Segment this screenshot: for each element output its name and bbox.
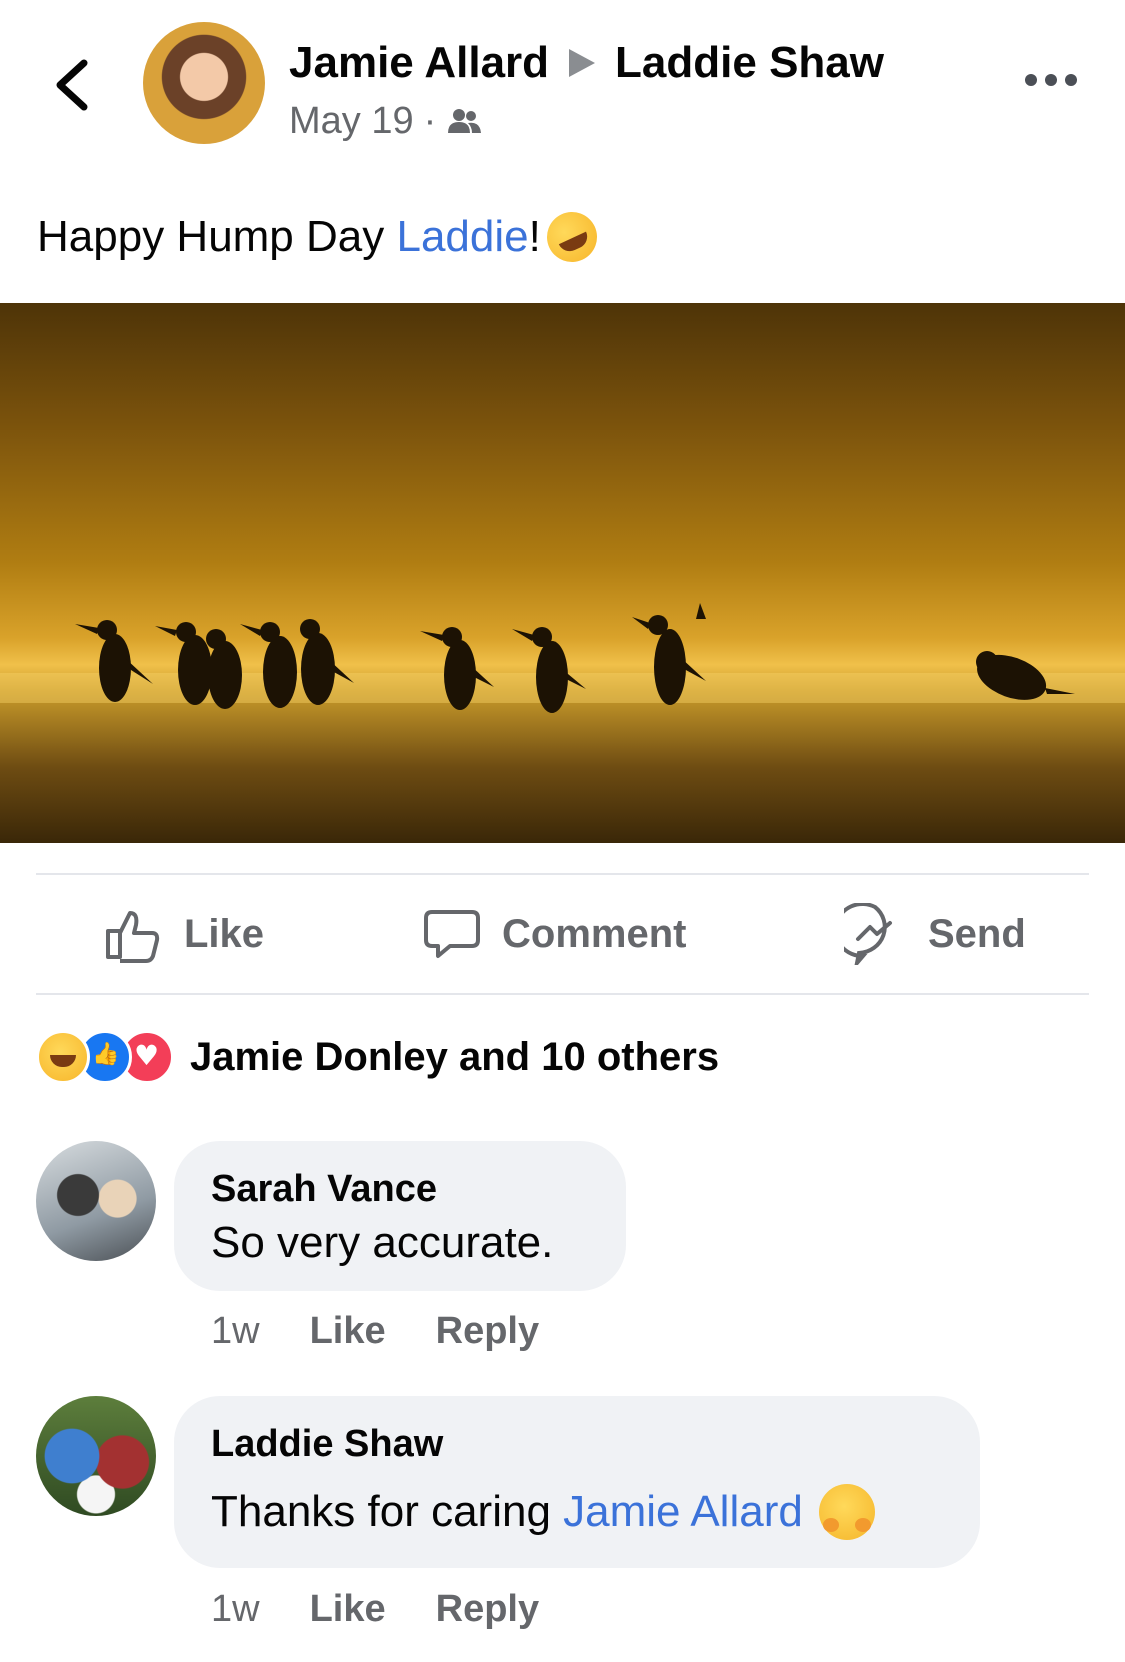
- comment-author[interactable]: Laddie Shaw: [211, 1423, 443, 1466]
- divider-top: [36, 873, 1089, 875]
- like-label: Like: [184, 911, 265, 956]
- meta-separator: ·: [423, 100, 437, 142]
- comment-label: Comment: [502, 911, 687, 956]
- post-text-prefix: Happy Hump Day: [37, 212, 397, 261]
- post-mention-link[interactable]: Laddie: [396, 212, 528, 262]
- author-name[interactable]: Jamie Allard: [289, 38, 549, 88]
- haha-reaction-icon: [36, 1030, 90, 1084]
- penguins-image: [0, 603, 1125, 713]
- comment-text-prefix: Thanks for caring: [211, 1487, 564, 1536]
- post-date[interactable]: May 19: [289, 100, 414, 143]
- recipient-name[interactable]: Laddie Shaw: [615, 38, 884, 88]
- send-button[interactable]: Send: [844, 898, 1026, 970]
- thumbs-up-icon: [106, 911, 160, 963]
- divider-bottom: [36, 993, 1089, 995]
- comment-actions: 1w Like Reply: [211, 1310, 539, 1353]
- comment-like-button[interactable]: Like: [310, 1588, 386, 1631]
- comment-time: 1w: [211, 1588, 260, 1630]
- comment-mention-link[interactable]: Jamie Allard: [563, 1487, 803, 1537]
- post-text: Happy Hump Day Laddie !: [37, 203, 606, 271]
- comment-reply-button[interactable]: Reply: [436, 1310, 539, 1353]
- author-avatar[interactable]: [143, 22, 265, 144]
- comment-author[interactable]: Sarah Vance: [211, 1168, 437, 1211]
- post-text-suffix: !: [528, 212, 541, 261]
- to-arrow-icon: [569, 49, 596, 77]
- like-button[interactable]: Like: [104, 898, 264, 970]
- send-label: Send: [928, 911, 1026, 956]
- comment-button[interactable]: Comment: [424, 898, 686, 970]
- comment-bubble: Sarah Vance So very accurate.: [174, 1141, 626, 1291]
- comment-reply-button[interactable]: Reply: [436, 1588, 539, 1631]
- more-options-icon[interactable]: [1025, 74, 1077, 88]
- reactions-text: Jamie Donley and 10 others: [190, 1034, 720, 1079]
- comment-like-button[interactable]: Like: [310, 1310, 386, 1353]
- messenger-icon: [844, 903, 892, 965]
- comment-text: Thanks for caring Jamie Allard: [211, 1484, 875, 1540]
- comment-bubble-icon: [424, 910, 480, 958]
- reactions-summary[interactable]: Jamie Donley and 10 others: [36, 1030, 720, 1084]
- commenter-avatar-sarah-vance[interactable]: [36, 1141, 156, 1261]
- comment-bubble: Laddie Shaw Thanks for caring Jamie Alla…: [174, 1396, 980, 1568]
- comment-actions: 1w Like Reply: [211, 1588, 539, 1631]
- post-header-names: Jamie Allard Laddie Shaw: [289, 38, 884, 88]
- post-photo[interactable]: [0, 303, 1125, 843]
- friends-icon: [448, 108, 482, 133]
- comment-time: 1w: [211, 1310, 260, 1352]
- hugging-face-emoji-icon: [818, 1484, 875, 1540]
- commenter-avatar-laddie-shaw[interactable]: [36, 1396, 156, 1516]
- comment-text: So very accurate.: [211, 1218, 554, 1267]
- rofl-emoji-icon: [538, 203, 606, 271]
- back-chevron-icon[interactable]: [50, 55, 94, 115]
- post-meta: May 19 ·: [289, 100, 482, 143]
